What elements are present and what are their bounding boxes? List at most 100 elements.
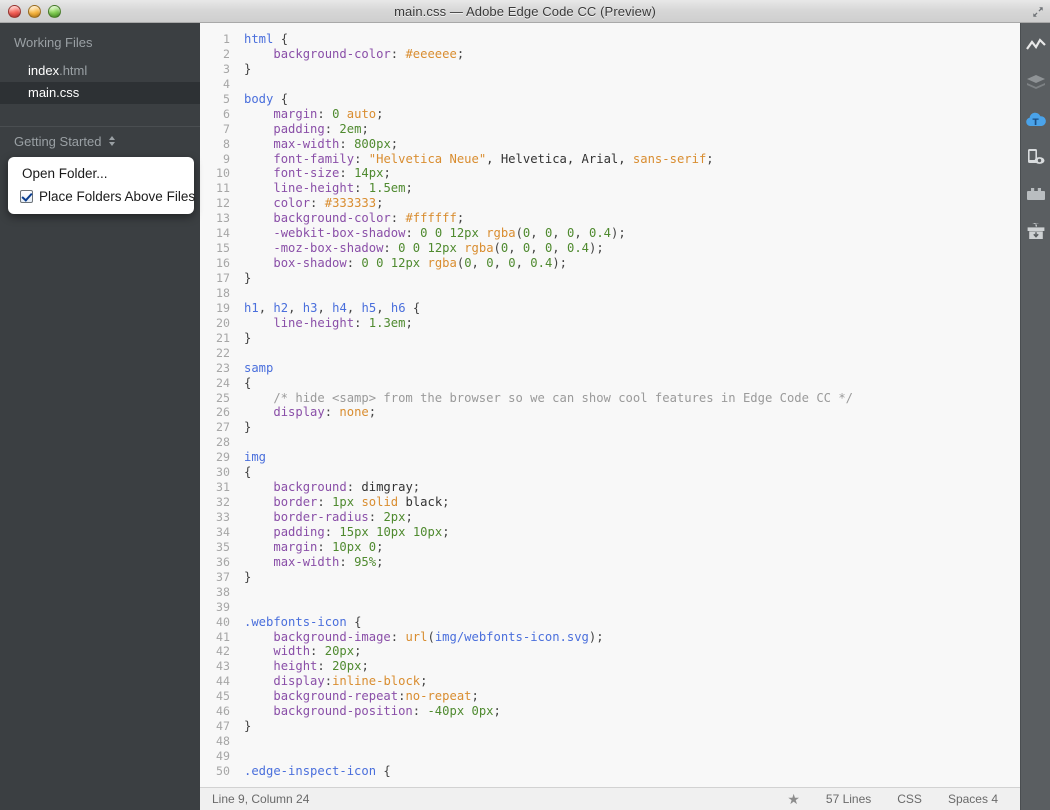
indent-selector[interactable]: Spaces 4: [948, 792, 998, 806]
code-line[interactable]: 39: [200, 600, 1020, 615]
sort-updown-icon[interactable]: [108, 128, 116, 158]
close-button[interactable]: [8, 5, 21, 18]
code-text[interactable]: img: [244, 450, 1020, 465]
code-text[interactable]: [244, 734, 1020, 749]
code-text[interactable]: [244, 749, 1020, 764]
code-text[interactable]: background-color: #eeeeee;: [244, 47, 1020, 62]
code-editor[interactable]: 1html {2 background-color: #eeeeee;3}45b…: [200, 23, 1020, 787]
extract-layers-icon[interactable]: [1023, 70, 1049, 96]
code-line[interactable]: 47}: [200, 719, 1020, 734]
toolbox-icon[interactable]: [1023, 181, 1049, 207]
code-line[interactable]: 28: [200, 435, 1020, 450]
code-line[interactable]: 27}: [200, 420, 1020, 435]
project-header[interactable]: Getting Started: [0, 127, 200, 157]
code-text[interactable]: {: [244, 465, 1020, 480]
code-text[interactable]: font-family: "Helvetica Neue", Helvetica…: [244, 152, 1020, 167]
code-text[interactable]: [244, 600, 1020, 615]
code-line[interactable]: 36 max-width: 95%;: [200, 555, 1020, 570]
code-line[interactable]: 26 display: none;: [200, 405, 1020, 420]
code-line[interactable]: 11 line-height: 1.5em;: [200, 181, 1020, 196]
code-line[interactable]: 44 display:inline-block;: [200, 674, 1020, 689]
code-text[interactable]: }: [244, 331, 1020, 346]
code-line[interactable]: 18: [200, 286, 1020, 301]
code-line[interactable]: 24{: [200, 376, 1020, 391]
code-line[interactable]: 20 line-height: 1.3em;: [200, 316, 1020, 331]
code-text[interactable]: display: none;: [244, 405, 1020, 420]
cursor-position[interactable]: Line 9, Column 24: [200, 792, 309, 806]
minimize-button[interactable]: [28, 5, 41, 18]
code-text[interactable]: }: [244, 62, 1020, 77]
code-text[interactable]: border: 1px solid black;: [244, 495, 1020, 510]
code-line[interactable]: 15 -moz-box-shadow: 0 0 12px rgba(0, 0, …: [200, 241, 1020, 256]
code-text[interactable]: /* hide <samp> from the browser so we ca…: [244, 391, 1020, 406]
code-line[interactable]: 16 box-shadow: 0 0 12px rgba(0, 0, 0, 0.…: [200, 256, 1020, 271]
code-line[interactable]: 34 padding: 15px 10px 10px;: [200, 525, 1020, 540]
code-text[interactable]: display:inline-block;: [244, 674, 1020, 689]
code-line[interactable]: 14 -webkit-box-shadow: 0 0 12px rgba(0, …: [200, 226, 1020, 241]
code-line[interactable]: 23samp: [200, 361, 1020, 376]
code-line[interactable]: 7 padding: 2em;: [200, 122, 1020, 137]
code-line[interactable]: 4: [200, 77, 1020, 92]
code-line[interactable]: 43 height: 20px;: [200, 659, 1020, 674]
code-text[interactable]: }: [244, 271, 1020, 286]
code-text[interactable]: [244, 286, 1020, 301]
code-text[interactable]: font-size: 14px;: [244, 166, 1020, 181]
code-line[interactable]: 3}: [200, 62, 1020, 77]
code-line[interactable]: 49: [200, 749, 1020, 764]
code-text[interactable]: }: [244, 420, 1020, 435]
code-text[interactable]: background-repeat:no-repeat;: [244, 689, 1020, 704]
code-text[interactable]: background-image: url(img/webfonts-icon.…: [244, 630, 1020, 645]
code-text[interactable]: padding: 2em;: [244, 122, 1020, 137]
code-line[interactable]: 8 max-width: 800px;: [200, 137, 1020, 152]
file-item-main-css[interactable]: main.css: [0, 82, 200, 104]
code-line[interactable]: 40.webfonts-icon {: [200, 615, 1020, 630]
code-line[interactable]: 33 border-radius: 2px;: [200, 510, 1020, 525]
code-scroll-area[interactable]: 1html {2 background-color: #eeeeee;3}45b…: [200, 23, 1020, 787]
code-text[interactable]: [244, 77, 1020, 92]
code-text[interactable]: padding: 15px 10px 10px;: [244, 525, 1020, 540]
code-text[interactable]: border-radius: 2px;: [244, 510, 1020, 525]
language-selector[interactable]: CSS: [897, 792, 922, 806]
code-text[interactable]: box-shadow: 0 0 12px rgba(0, 0, 0, 0.4);: [244, 256, 1020, 271]
code-line[interactable]: 48: [200, 734, 1020, 749]
code-line[interactable]: 13 background-color: #ffffff;: [200, 211, 1020, 226]
code-text[interactable]: .webfonts-icon {: [244, 615, 1020, 630]
edge-inspect-icon[interactable]: [1023, 144, 1049, 170]
code-text[interactable]: height: 20px;: [244, 659, 1020, 674]
code-line[interactable]: 6 margin: 0 auto;: [200, 107, 1020, 122]
code-line[interactable]: 2 background-color: #eeeeee;: [200, 47, 1020, 62]
maximize-button[interactable]: [48, 5, 61, 18]
live-preview-icon[interactable]: [1023, 33, 1049, 59]
code-line[interactable]: 25 /* hide <samp> from the browser so we…: [200, 391, 1020, 406]
code-text[interactable]: body {: [244, 92, 1020, 107]
code-text[interactable]: [244, 346, 1020, 361]
code-text[interactable]: html {: [244, 32, 1020, 47]
code-text[interactable]: width: 20px;: [244, 644, 1020, 659]
code-text[interactable]: max-width: 95%;: [244, 555, 1020, 570]
code-line[interactable]: 41 background-image: url(img/webfonts-ic…: [200, 630, 1020, 645]
code-line[interactable]: 35 margin: 10px 0;: [200, 540, 1020, 555]
code-line[interactable]: 45 background-repeat:no-repeat;: [200, 689, 1020, 704]
checkbox-checked-icon[interactable]: [20, 190, 33, 203]
code-line[interactable]: 37}: [200, 570, 1020, 585]
code-text[interactable]: samp: [244, 361, 1020, 376]
code-line[interactable]: 22: [200, 346, 1020, 361]
menu-item-place-folders-above-files[interactable]: Place Folders Above Files: [8, 185, 194, 208]
star-icon[interactable]: ★: [787, 791, 800, 808]
code-line[interactable]: 21}: [200, 331, 1020, 346]
code-text[interactable]: h1, h2, h3, h4, h5, h6 {: [244, 301, 1020, 316]
menu-item-open-folder[interactable]: Open Folder...: [8, 162, 194, 185]
code-line[interactable]: 42 width: 20px;: [200, 644, 1020, 659]
code-line[interactable]: 46 background-position: -40px 0px;: [200, 704, 1020, 719]
code-text[interactable]: line-height: 1.5em;: [244, 181, 1020, 196]
code-line[interactable]: 5body {: [200, 92, 1020, 107]
code-text[interactable]: -moz-box-shadow: 0 0 12px rgba(0, 0, 0, …: [244, 241, 1020, 256]
code-line[interactable]: 31 background: dimgray;: [200, 480, 1020, 495]
code-text[interactable]: margin: 10px 0;: [244, 540, 1020, 555]
code-text[interactable]: color: #333333;: [244, 196, 1020, 211]
code-text[interactable]: [244, 585, 1020, 600]
code-text[interactable]: [244, 435, 1020, 450]
code-text[interactable]: background-color: #ffffff;: [244, 211, 1020, 226]
code-line[interactable]: 1html {: [200, 32, 1020, 47]
fullscreen-arrows-icon[interactable]: [1029, 3, 1047, 20]
